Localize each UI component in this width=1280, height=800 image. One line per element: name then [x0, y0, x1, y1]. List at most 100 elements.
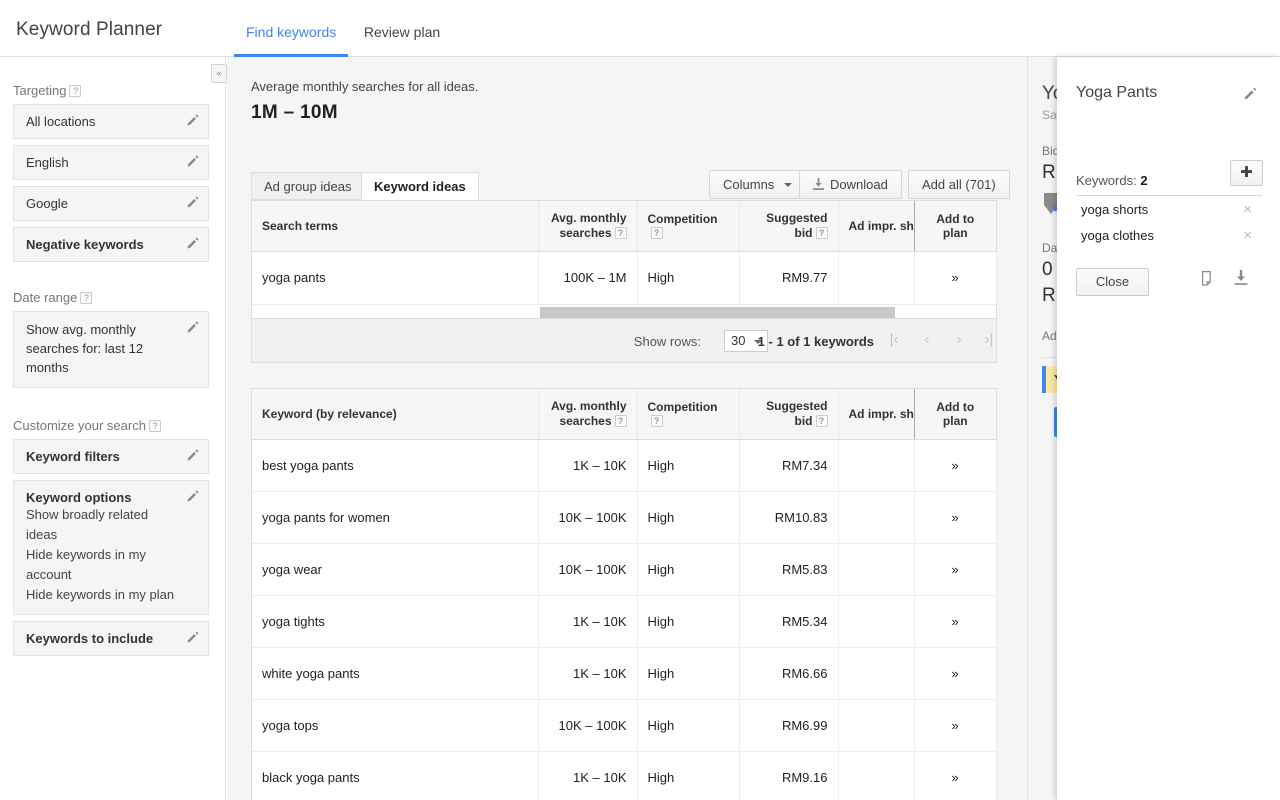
sidebar-card-label: English: [26, 155, 69, 170]
cell-bid: RM5.34: [739, 595, 839, 648]
add-to-plan-button[interactable]: »: [914, 647, 997, 700]
pencil-icon[interactable]: [186, 195, 200, 209]
table-row[interactable]: white yoga pants 1K – 10K High RM6.66 »: [252, 647, 997, 700]
cell-impr-share: [838, 751, 915, 800]
pencil-icon[interactable]: [186, 113, 200, 127]
add-to-plan-button[interactable]: »: [914, 595, 997, 648]
sidebar-card-all-locations[interactable]: All locations: [13, 104, 209, 139]
cell-impr-share: [838, 251, 915, 304]
horizontal-scrollbar[interactable]: [252, 303, 996, 318]
help-icon[interactable]: ?: [815, 227, 828, 239]
table-row[interactable]: yoga pants for women 10K – 100K High RM10.8…: [252, 491, 997, 544]
help-icon[interactable]: ?: [148, 419, 161, 432]
close-button[interactable]: Close: [1076, 268, 1149, 296]
tab-ad-group-ideas[interactable]: Ad group ideas: [251, 172, 365, 200]
cell-term: yoga tops: [252, 699, 539, 752]
table-row[interactable]: yoga tops 10K – 100K High RM6.99 »: [252, 699, 997, 752]
download-button-label: Download: [830, 177, 888, 192]
add-to-plan-button[interactable]: »: [914, 751, 997, 800]
col-ad-impr-share[interactable]: Ad impr. sh: [838, 388, 915, 440]
tab-keyword-ideas[interactable]: Keyword ideas: [361, 172, 479, 200]
close-x-icon[interactable]: ×: [1243, 197, 1252, 223]
add-to-plan-button[interactable]: »: [914, 251, 997, 304]
customize-search-label: Customize your search: [13, 417, 146, 433]
scrollbar-thumb[interactable]: [540, 306, 895, 318]
sidebar-card-keyword-filters[interactable]: Keyword filters: [13, 438, 209, 474]
cell-impr-share: [838, 543, 915, 596]
sidebar-card-negative-keywords[interactable]: Negative keywords: [13, 227, 209, 262]
help-icon[interactable]: ?: [614, 227, 627, 239]
tab-review-plan[interactable]: Review plan: [352, 0, 452, 57]
clipboard-icon[interactable]: [1201, 270, 1215, 287]
prev-page-button[interactable]: ‹: [915, 331, 939, 348]
next-page-button[interactable]: ›: [947, 331, 971, 348]
download-icon[interactable]: [1234, 270, 1248, 286]
pencil-icon[interactable]: [186, 448, 200, 462]
divider: [1076, 195, 1262, 196]
col-keyword-by-relevance[interactable]: Keyword (by relevance): [252, 388, 539, 440]
pencil-icon[interactable]: [186, 154, 200, 168]
add-to-plan-button[interactable]: »: [914, 491, 997, 544]
sidebar-collapse-button[interactable]: «: [211, 64, 227, 83]
cell-term: yoga wear: [252, 543, 539, 596]
date-range-label: Date range: [13, 290, 78, 305]
col-competition[interactable]: Competition?: [637, 201, 740, 252]
add-to-plan-button[interactable]: »: [914, 439, 997, 492]
add-to-plan-button[interactable]: »: [914, 699, 997, 752]
left-sidebar: Targeting? All locations English Google …: [0, 57, 226, 800]
pencil-icon[interactable]: [186, 236, 200, 250]
close-x-icon[interactable]: ×: [1243, 223, 1252, 249]
columns-button[interactable]: Columns: [709, 170, 806, 199]
table-row[interactable]: best yoga pants 1K – 10K High RM7.34 »: [252, 439, 997, 492]
sidebar-card-english[interactable]: English: [13, 145, 209, 180]
table-row[interactable]: yoga pants 100K – 1M High RM9.77 »: [252, 251, 997, 304]
sidebar-card-date-range[interactable]: Show avg. monthly searches for: last 12 …: [13, 311, 209, 388]
rows-per-page-value: 30: [731, 332, 746, 348]
help-icon[interactable]: ?: [650, 414, 663, 427]
help-icon[interactable]: ?: [80, 292, 93, 304]
sidebar-card-keyword-options[interactable]: Keyword options Show broadly related ide…: [13, 479, 209, 616]
cell-term: yoga tights: [252, 595, 539, 648]
show-rows-label: Show rows:: [633, 333, 701, 349]
table-row[interactable]: yoga wear 10K – 100K High RM5.83 »: [252, 543, 997, 596]
help-icon[interactable]: ?: [650, 227, 663, 239]
add-all-button[interactable]: Add all (701): [908, 170, 1010, 199]
first-page-button[interactable]: |‹: [882, 331, 906, 348]
pencil-icon[interactable]: [186, 320, 200, 334]
download-button[interactable]: Download: [799, 170, 902, 199]
keyword-option-hide-account: Hide keywords in my account: [26, 546, 146, 582]
help-icon[interactable]: ?: [614, 414, 627, 427]
cell-impr-share: [838, 699, 915, 752]
cell-avg: 1K – 10K: [538, 439, 638, 492]
col-competition[interactable]: Competition?: [637, 388, 740, 440]
pencil-icon[interactable]: [1243, 86, 1258, 101]
pencil-icon[interactable]: [186, 630, 200, 644]
keyword-list-item[interactable]: yoga shorts ×: [1057, 197, 1280, 223]
keyword-detail-panel: Yoga Pants Keywords: 2 ✚ yoga shorts × yog…: [1057, 57, 1280, 800]
tab-find-keywords[interactable]: Find keywords: [234, 0, 349, 57]
cell-impr-share: [838, 491, 915, 544]
col-ad-impr-share[interactable]: Ad impr. sh: [838, 201, 915, 252]
col-suggested-bid[interactable]: Suggested bid?: [739, 388, 839, 440]
col-suggested-bid[interactable]: Suggested bid?: [739, 201, 839, 252]
cell-term: black yoga pants: [252, 751, 539, 800]
table-row[interactable]: black yoga pants 1K – 10K High RM9.16 »: [252, 751, 997, 800]
help-icon[interactable]: ?: [815, 414, 828, 427]
table-row[interactable]: yoga tights 1K – 10K High RM5.34 »: [252, 595, 997, 648]
sidebar-card-google[interactable]: Google: [13, 186, 209, 221]
sidebar-card-label: Keyword options: [26, 489, 132, 505]
cell-avg: 10K – 100K: [538, 543, 638, 596]
sidebar-card-keywords-to-include[interactable]: Keywords to include: [13, 621, 209, 657]
cell-avg: 1K – 10K: [538, 595, 638, 648]
col-avg-monthly-searches[interactable]: Avg. monthly searches?: [538, 201, 638, 252]
add-to-plan-button[interactable]: »: [914, 543, 997, 596]
double-chevron-left-icon: «: [216, 68, 222, 78]
help-icon[interactable]: ?: [69, 85, 82, 97]
last-page-button[interactable]: ›|: [977, 331, 1001, 348]
add-keyword-button[interactable]: ✚: [1230, 160, 1263, 186]
sidebar-group-targeting-title: Targeting?: [13, 83, 225, 98]
col-search-terms[interactable]: Search terms: [252, 201, 539, 252]
pencil-icon[interactable]: [186, 489, 200, 503]
col-avg-monthly-searches[interactable]: Avg. monthly searches?: [538, 388, 638, 440]
keyword-list-item[interactable]: yoga clothes ×: [1057, 223, 1280, 249]
